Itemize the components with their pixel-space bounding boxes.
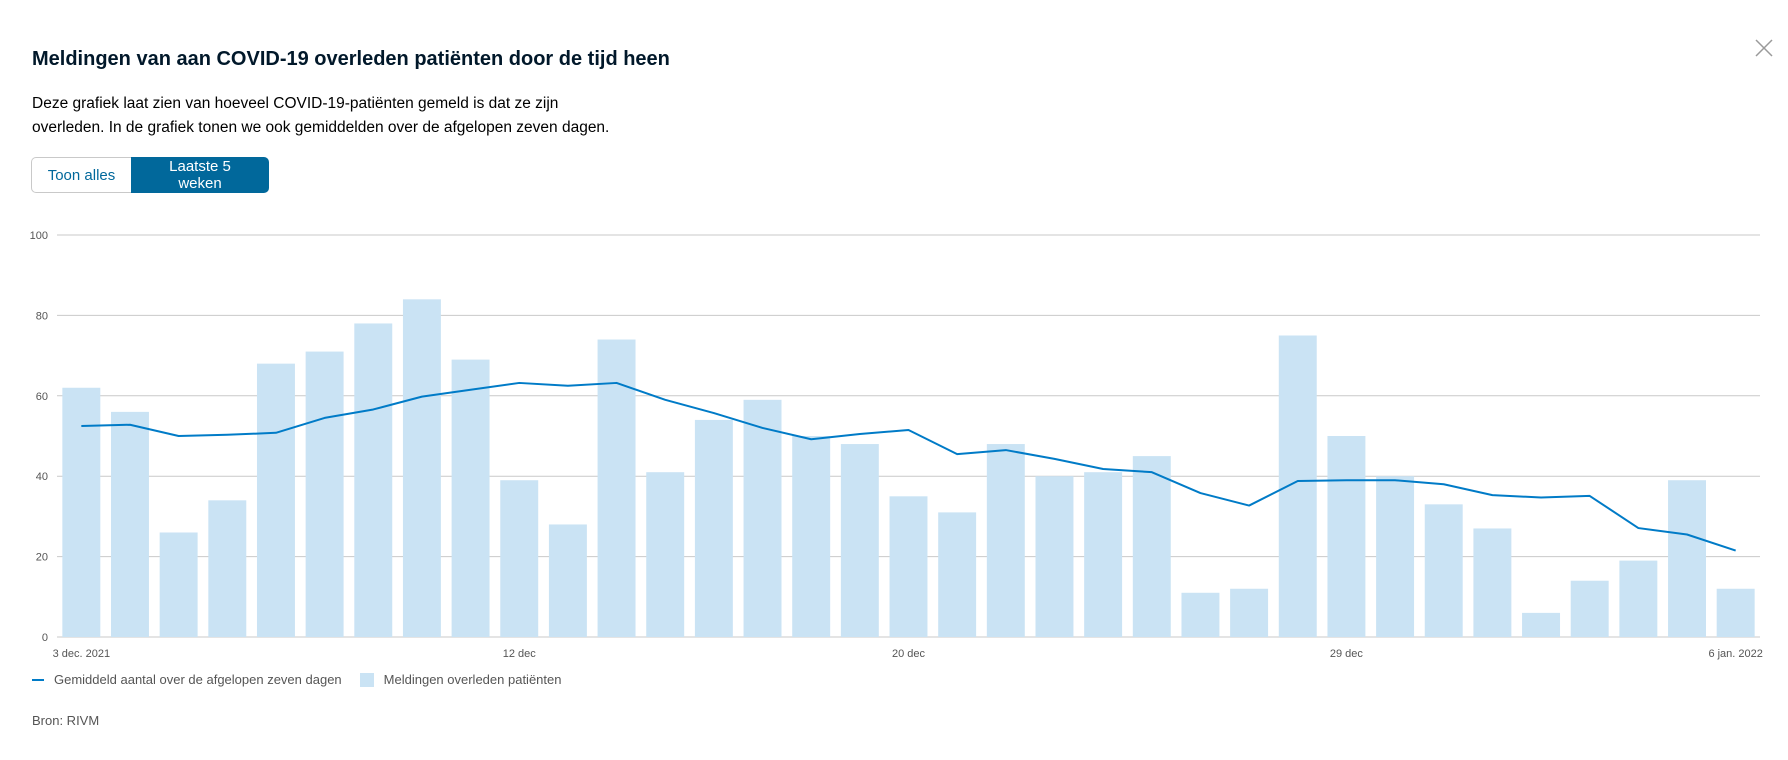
bar bbox=[1424, 504, 1463, 637]
bar bbox=[743, 399, 782, 637]
bar bbox=[1084, 472, 1123, 637]
timeframe-toggle: Toon alles Laatste 5 weken bbox=[31, 157, 269, 193]
y-tick-label: 60 bbox=[36, 391, 48, 403]
x-tick-label: 29 dec bbox=[1330, 648, 1364, 660]
bar bbox=[889, 496, 928, 637]
bar bbox=[1522, 612, 1561, 637]
chart-description: Deze grafiek laat zien van hoeveel COVID… bbox=[32, 95, 610, 136]
bar bbox=[792, 436, 831, 637]
legend-item-average: Gemiddeld aantal over de afgelopen zeven… bbox=[32, 672, 342, 687]
y-tick-label: 100 bbox=[30, 230, 48, 242]
legend-line-swatch bbox=[32, 678, 44, 681]
x-tick-label: 3 dec. 2021 bbox=[53, 648, 111, 660]
bar bbox=[1327, 436, 1366, 637]
bar bbox=[1230, 588, 1269, 637]
legend-reports-label: Meldingen overleden patiënten bbox=[383, 672, 562, 687]
bar bbox=[646, 472, 685, 637]
bar bbox=[1181, 592, 1220, 637]
bar bbox=[694, 419, 733, 637]
source-note: Bron: RIVM bbox=[32, 713, 100, 728]
y-tick-label: 80 bbox=[36, 310, 48, 322]
bar bbox=[256, 363, 295, 637]
bar bbox=[548, 524, 587, 637]
bar bbox=[208, 500, 247, 637]
bar bbox=[111, 411, 149, 637]
bar bbox=[1619, 560, 1658, 637]
legend-item-reports: Meldingen overleden patiënten bbox=[359, 672, 562, 687]
legend-average-label: Gemiddeld aantal over de afgelopen zeven… bbox=[54, 672, 342, 687]
chart-legend: Gemiddeld aantal over de afgelopen zeven… bbox=[32, 672, 579, 687]
bar bbox=[840, 444, 879, 637]
x-tick-label: 20 dec bbox=[892, 648, 926, 660]
bar bbox=[305, 351, 344, 637]
deaths-chart: 0 20 40 60 80 100 3 dec. 2021 12 dec 20 dec 29 de… bbox=[30, 230, 1763, 660]
bar bbox=[1376, 476, 1415, 637]
bar bbox=[1716, 588, 1755, 637]
y-tick-label: 0 bbox=[42, 632, 48, 644]
bar bbox=[986, 444, 1025, 637]
bar bbox=[1278, 335, 1317, 637]
last-5-weeks-button[interactable]: Laatste 5 weken bbox=[131, 157, 269, 193]
y-tick-label: 40 bbox=[36, 471, 48, 483]
bar bbox=[1473, 528, 1512, 637]
bar bbox=[500, 480, 539, 637]
bar bbox=[354, 323, 393, 637]
x-tick-label: 12 dec bbox=[503, 648, 537, 660]
bar bbox=[1035, 476, 1074, 637]
bar bbox=[402, 299, 441, 637]
y-tick-label: 20 bbox=[36, 552, 48, 564]
bar bbox=[1570, 580, 1609, 637]
show-all-button[interactable]: Toon alles bbox=[31, 157, 131, 193]
bar bbox=[451, 359, 490, 637]
close-icon[interactable] bbox=[1752, 36, 1776, 60]
bar bbox=[1668, 480, 1706, 637]
bar bbox=[1132, 456, 1171, 637]
bar bbox=[159, 532, 198, 637]
page-title: Meldingen van aan COVID-19 overleden pat… bbox=[32, 48, 670, 70]
x-tick-label: 6 jan. 2022 bbox=[1708, 648, 1762, 660]
bar bbox=[938, 512, 977, 637]
legend-bar-swatch bbox=[359, 672, 374, 687]
